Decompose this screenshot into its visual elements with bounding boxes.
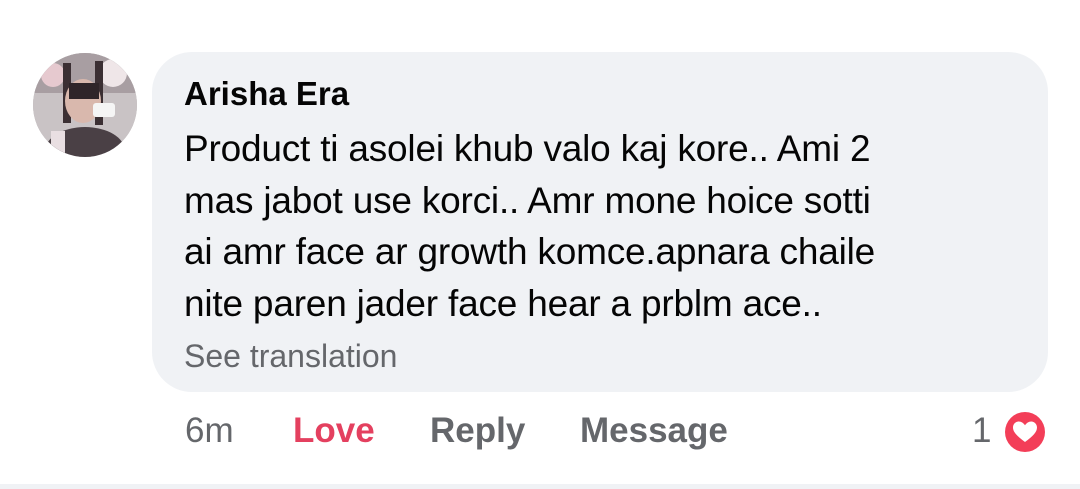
comment-body-line: mas jabot use korci.. Amr mone hoice sot…	[184, 179, 871, 221]
comment: Arisha Era Product ti asolei khub valo k…	[0, 0, 1080, 489]
avatar[interactable]	[33, 53, 137, 157]
avatar-photo	[33, 53, 137, 157]
comment-body-line: ai amr face ar growth komce.apnara chail…	[184, 231, 876, 272]
bottom-divider	[0, 484, 1080, 489]
reply-button[interactable]: Reply	[430, 408, 525, 454]
comment-timestamp[interactable]: 6m	[185, 408, 234, 454]
comment-body: Product ti asolei khub valo kaj kore.. A…	[184, 123, 1014, 329]
love-reaction-icon[interactable]	[1002, 409, 1048, 455]
love-button[interactable]: Love	[293, 408, 375, 454]
comment-body-line: Product ti asolei khub valo kaj kore.. A…	[184, 128, 871, 169]
see-translation-link[interactable]: See translation	[184, 334, 397, 378]
heart-icon	[1013, 421, 1037, 442]
reaction-count[interactable]: 1	[972, 408, 991, 454]
message-button[interactable]: Message	[580, 408, 728, 454]
comment-author[interactable]: Arisha Era	[184, 72, 349, 116]
comment-body-line: nite paren jader face hear a prblm ace..	[184, 282, 822, 324]
